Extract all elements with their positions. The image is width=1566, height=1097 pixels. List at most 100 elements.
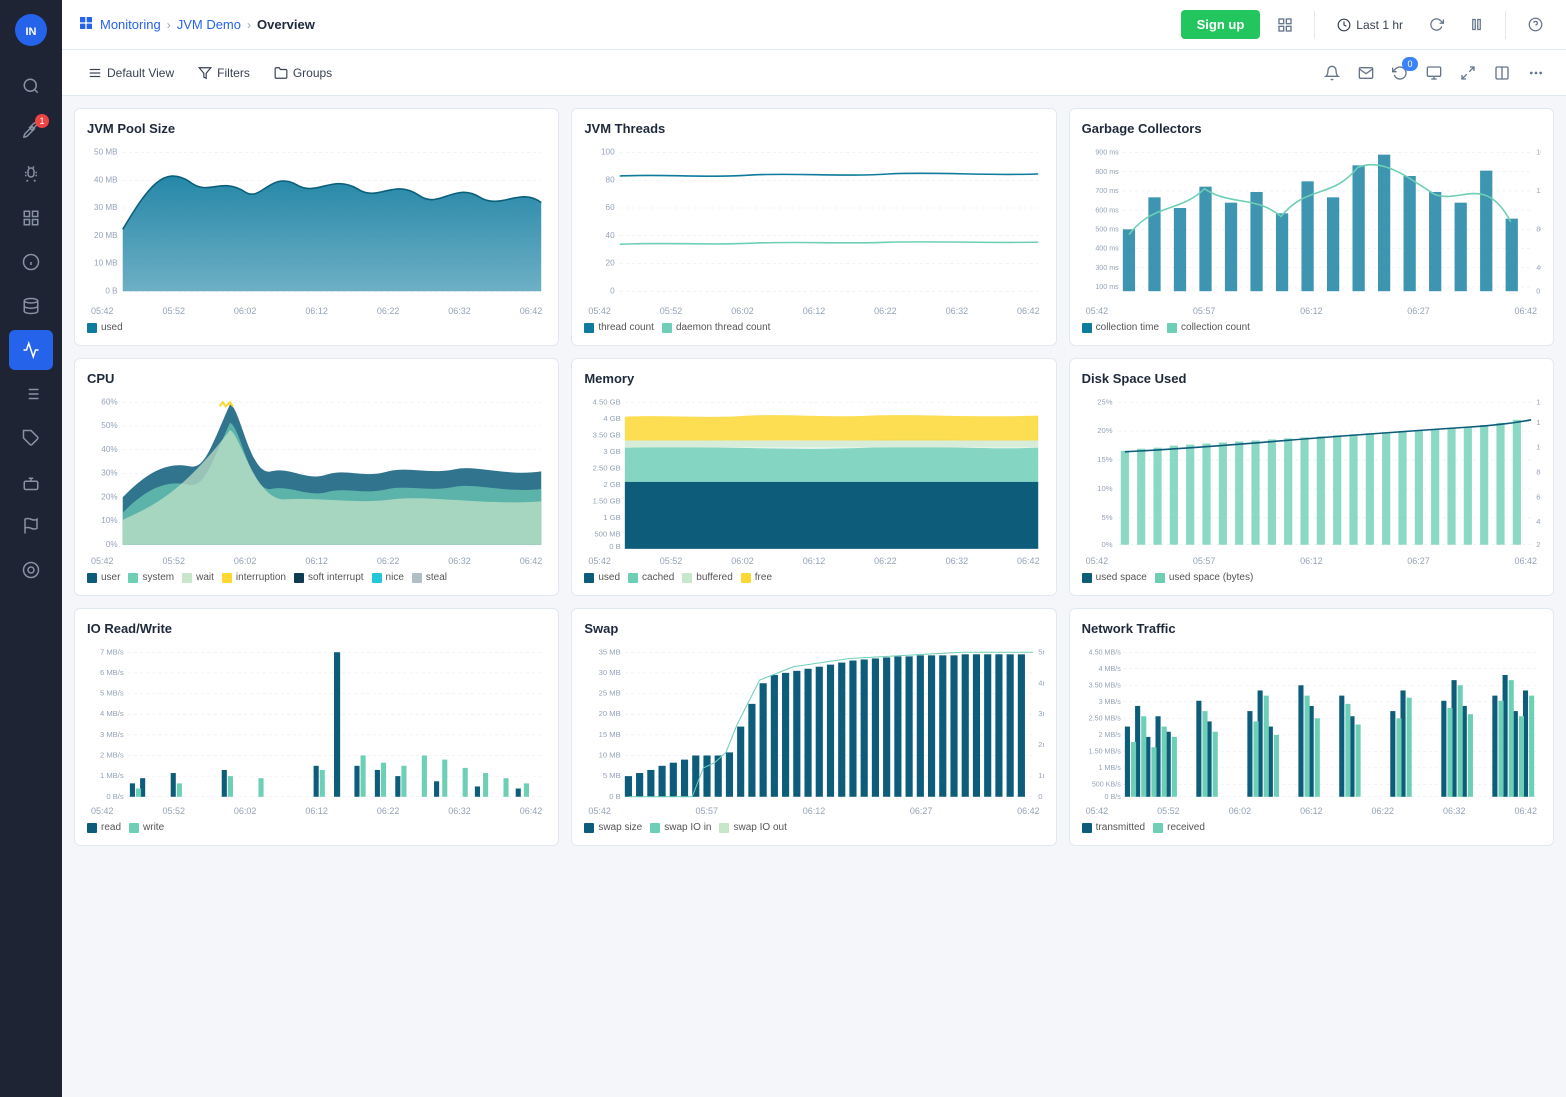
svg-text:120: 120 [1536, 186, 1541, 195]
sidebar-item-rocket[interactable]: 1 [9, 110, 53, 150]
sidebar-item-grid[interactable] [9, 198, 53, 238]
svg-text:4 MB/s: 4 MB/s [1098, 665, 1121, 673]
chart-swap: 35 MB 30 MB 25 MB 20 MB 15 MB 10 MB 5 MB… [584, 644, 1043, 804]
panel-cpu: CPU 60% 50% 40% 30% 20% 10% 0% [74, 358, 559, 596]
chart-jvm-pool-size: 50 MB 40 MB 30 MB 20 MB 10 MB 0 B [87, 144, 546, 304]
legend-label-transmitted: transmitted [1096, 822, 1145, 833]
sidebar-item-flag[interactable] [9, 506, 53, 546]
breadcrumb-jvm-demo[interactable]: JVM Demo [177, 17, 241, 32]
svg-text:500 MB: 500 MB [595, 529, 621, 538]
sidebar-item-robot[interactable] [9, 462, 53, 502]
svg-text:25%: 25% [1097, 397, 1112, 406]
chart-garbage-collectors: 900 ms 800 ms 700 ms 600 ms 500 ms 400 m… [1082, 144, 1541, 304]
legend-dot-used [87, 323, 97, 333]
topbar: Monitoring › JVM Demo › Overview Sign up… [62, 0, 1566, 50]
svg-text:5%: 5% [1101, 513, 1112, 522]
filters-button[interactable]: Filters [188, 61, 260, 85]
apps-icon[interactable] [1270, 10, 1300, 40]
svg-text:160: 160 [1536, 148, 1541, 157]
legend-dot-nice [372, 573, 382, 583]
email-icon[interactable] [1352, 59, 1380, 87]
panel-title-network-traffic: Network Traffic [1082, 621, 1541, 636]
legend-label-free: free [755, 572, 772, 583]
x-axis-network-traffic: 05:4205:5206:0206:1206:2206:3206:42 [1082, 806, 1541, 816]
time-range-button[interactable]: Last 1 hr [1329, 14, 1411, 36]
svg-text:0: 0 [610, 285, 615, 295]
signup-button[interactable]: Sign up [1181, 10, 1261, 39]
help-icon[interactable] [1520, 10, 1550, 40]
sidebar-item-list[interactable] [9, 374, 53, 414]
x-axis-io-read-write: 05:4205:5206:0206:1206:2206:3206:42 [87, 806, 546, 816]
sidebar-item-chart[interactable] [9, 330, 53, 370]
legend-item-wait: wait [182, 572, 214, 583]
refresh-icon[interactable] [1421, 10, 1451, 40]
svg-text:3 GB: 3 GB [604, 447, 621, 456]
svg-text:0%: 0% [106, 540, 118, 549]
breadcrumb: Monitoring › JVM Demo › Overview [78, 15, 1181, 34]
svg-text:40: 40 [1536, 263, 1541, 272]
groups-button[interactable]: Groups [264, 61, 342, 85]
legend-label-interruption: interruption [236, 572, 286, 583]
svg-text:IN: IN [26, 26, 37, 38]
legend-label-write: write [143, 822, 164, 833]
x-axis-cpu: 05:4205:5206:0206:1206:2206:3206:42 [87, 556, 546, 566]
topbar-actions: Sign up Last 1 hr [1181, 10, 1550, 40]
x-axis-garbage-collectors: 05:4205:5706:1206:2706:42 [1082, 306, 1541, 316]
svg-text:7 MB/s: 7 MB/s [100, 647, 124, 656]
chart-io-read-write: 7 MB/s 6 MB/s 5 MB/s 4 MB/s 3 MB/s 2 MB/… [87, 644, 546, 804]
history-icon[interactable]: 0 [1386, 59, 1414, 87]
legend-label-buffered: buffered [696, 572, 733, 583]
svg-text:50%: 50% [101, 421, 117, 430]
svg-text:2.50 MB/s: 2.50 MB/s [1088, 714, 1121, 722]
legend-label-swap-size: swap size [598, 822, 642, 833]
x-axis-swap: 05:4205:5706:1206:2706:42 [584, 806, 1043, 816]
legend-io-read-write: read write [87, 822, 546, 833]
svg-text:6 GB: 6 GB [1536, 492, 1541, 501]
legend-dot-transmitted [1082, 823, 1092, 833]
legend-label-used-space-bytes: used space (bytes) [1169, 572, 1254, 583]
breadcrumb-monitoring[interactable]: Monitoring [100, 17, 161, 32]
legend-dot-buffered [682, 573, 692, 583]
panel-garbage-collectors: Garbage Collectors 900 ms 800 ms 700 ms … [1069, 108, 1554, 346]
notification-bell-icon[interactable] [1318, 59, 1346, 87]
legend-label-used: used [101, 322, 123, 333]
more-options-icon[interactable] [1522, 59, 1550, 87]
x-axis-jvm-threads: 05:4205:5206:0206:1206:2206:3206:42 [584, 306, 1043, 316]
legend-label-collection-count: collection count [1181, 322, 1250, 333]
chart-disk-space: 25% 20% 15% 10% 5% 0% 14 GB 12 GB 10 GB … [1082, 394, 1541, 554]
svg-text:20%: 20% [101, 492, 117, 501]
history-badge: 0 [1402, 57, 1418, 71]
breadcrumb-overview: Overview [257, 17, 315, 32]
legend-item-collection-time: collection time [1082, 322, 1159, 333]
panel-title-disk-space: Disk Space Used [1082, 371, 1541, 386]
sidebar-item-search[interactable] [9, 66, 53, 106]
svg-text:700 ms: 700 ms [1095, 186, 1119, 195]
default-view-button[interactable]: Default View [78, 61, 184, 85]
svg-text:0 B/s: 0 B/s [106, 792, 124, 801]
sidebar-item-info[interactable] [9, 242, 53, 282]
fullscreen-icon[interactable] [1454, 59, 1482, 87]
pause-icon[interactable] [1461, 10, 1491, 40]
svg-text:0 B/s: 0 B/s [1104, 793, 1121, 801]
svg-text:0: 0 [1536, 286, 1540, 295]
svg-text:35 MB: 35 MB [599, 647, 621, 656]
columns-icon[interactable] [1488, 59, 1516, 87]
sidebar-item-puzzle[interactable] [9, 418, 53, 458]
legend-item-soft-interrupt: soft interrupt [294, 572, 364, 583]
legend-cpu: user system wait interruption [87, 572, 546, 583]
svg-text:80: 80 [606, 174, 615, 184]
monitor-icon[interactable] [1420, 59, 1448, 87]
legend-dot-used-space-bytes [1155, 573, 1165, 583]
legend-dot-system [128, 573, 138, 583]
legend-dot-free [741, 573, 751, 583]
sidebar-item-database[interactable] [9, 286, 53, 326]
sidebar-item-bug[interactable] [9, 154, 53, 194]
app-logo[interactable]: IN [11, 10, 51, 50]
svg-text:50 MB: 50 MB [94, 146, 118, 156]
sidebar-item-palette[interactable] [9, 550, 53, 590]
legend-item-transmitted: transmitted [1082, 822, 1145, 833]
svg-text:4 MB/s: 4 MB/s [100, 709, 124, 718]
legend-item-read: read [87, 822, 121, 833]
topbar-separator-2 [1505, 11, 1506, 39]
legend-item-daemon-thread: daemon thread count [662, 322, 771, 333]
